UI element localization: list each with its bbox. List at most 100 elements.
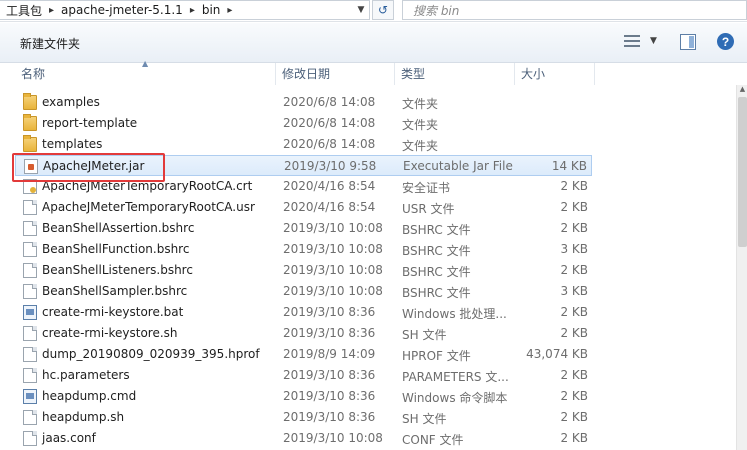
file-size: 2 KB [560,326,588,340]
file-type: USR 文件 [402,202,455,216]
refresh-icon: ↺ [377,3,389,17]
file-name: jaas.conf [42,431,96,445]
file-date: 2020/6/8 14:08 [283,116,376,130]
file-icon [23,347,37,362]
file-name: examples [42,95,100,109]
file-type: HPROF 文件 [402,349,471,363]
view-options-button[interactable]: ▼ [624,34,657,48]
file-size: 2 KB [560,305,588,319]
scroll-up-icon[interactable]: ▲ [737,85,747,96]
file-icon [23,221,37,236]
file-date: 2019/3/10 10:08 [283,431,383,445]
file-size: 2 KB [560,410,588,424]
chevron-down-icon: ▼ [650,36,657,46]
chevron-right-icon[interactable]: ▸ [190,5,195,16]
column-header-name[interactable]: 名称 [15,63,276,85]
crumb-toolkit[interactable]: 工具包 [6,2,42,19]
chevron-right-icon[interactable]: ▸ [227,5,232,16]
scroll-thumb[interactable] [738,97,747,247]
bat-icon [23,305,37,320]
file-row[interactable]: BeanShellFunction.bshrc 2019/3/10 10:08 BS… [15,239,592,260]
file-type: Executable Jar File [403,159,513,173]
file-date: 2019/3/10 10:08 [283,263,383,277]
file-row[interactable]: jaas.conf 2019/3/10 10:08 CONF 文件 2 KB [15,428,592,449]
file-name: create-rmi-keystore.bat [42,305,184,319]
address-bar: 工具包 ▸ apache-jmeter-5.1.1 ▸ bin ▸ ▼ ↺ 搜索… [0,0,747,22]
file-row[interactable]: create-rmi-keystore.sh 2019/3/10 8:36 SH 文… [15,323,592,344]
file-row[interactable]: examples 2020/6/8 14:08 文件夹 [15,92,592,113]
preview-pane-icon[interactable] [680,34,696,50]
file-date: 2019/3/10 8:36 [283,368,376,382]
file-icon [23,263,37,278]
file-type: 文件夹 [402,118,439,132]
file-row[interactable]: ApacheJMeter.jar 2019/3/10 9:58 Executable… [15,155,592,176]
file-size: 2 KB [560,431,588,445]
file-name: BeanShellSampler.bshrc [42,284,188,298]
toolbar: 新建文件夹 ▼ ? [0,23,747,63]
jar-icon [24,159,38,174]
file-type: BSHRC 文件 [402,286,471,300]
refresh-button[interactable]: ↺ [372,0,394,20]
file-type: Windows 命令脚本 [402,391,508,405]
column-header-size[interactable]: 大小 [515,63,595,85]
file-icon [23,326,37,341]
file-date: 2020/6/8 14:08 [283,95,376,109]
file-row[interactable]: heapdump.cmd 2019/3/10 8:36 Windows 命令脚本 2 … [15,386,592,407]
file-row[interactable]: ApacheJMeterTemporaryRootCA.usr 2020/4/16… [15,197,592,218]
column-headers: ▲ 名称 修改日期 类型 大小 [0,59,747,85]
file-name: heapdump.sh [42,410,125,424]
file-name: BeanShellAssertion.bshrc [42,221,195,235]
file-type: 文件夹 [402,139,439,153]
file-name: ApacheJMeterTemporaryRootCA.crt [42,179,253,193]
file-size: 2 KB [560,368,588,382]
chevron-down-icon[interactable]: ▼ [353,1,369,19]
file-type: SH 文件 [402,412,447,426]
file-icon [23,284,37,299]
file-type: CONF 文件 [402,433,464,447]
file-name: heapdump.cmd [42,389,137,403]
file-size: 3 KB [560,242,588,256]
file-row[interactable]: templates 2020/6/8 14:08 文件夹 [15,134,592,155]
file-row[interactable]: BeanShellAssertion.bshrc 2019/3/10 10:08 B… [15,218,592,239]
file-type: PARAMETERS 文... [402,370,509,384]
file-date: 2019/3/10 8:36 [283,389,376,403]
file-icon [23,368,37,383]
new-folder-button[interactable]: 新建文件夹 [20,35,80,52]
file-row[interactable]: report-template 2020/6/8 14:08 文件夹 [15,113,592,134]
help-icon[interactable]: ? [717,33,734,50]
file-size: 3 KB [560,284,588,298]
file-row[interactable]: hc.parameters 2019/3/10 8:36 PARAMETERS 文.… [15,365,592,386]
search-input[interactable]: 搜索 bin [402,0,747,20]
file-size: 2 KB [560,221,588,235]
file-size: 2 KB [560,179,588,193]
file-icon [23,431,37,446]
file-size: 43,074 KB [526,347,588,361]
file-type: 文件夹 [402,97,439,111]
file-type: SH 文件 [402,328,447,342]
file-name: BeanShellFunction.bshrc [42,242,190,256]
cert-icon [23,179,37,194]
vertical-scrollbar[interactable]: ▲ [736,85,747,450]
crumb-jmeter[interactable]: apache-jmeter-5.1.1 [61,3,183,17]
file-row[interactable]: ApacheJMeterTemporaryRootCA.crt 2020/4/16… [15,176,592,197]
column-header-date[interactable]: 修改日期 [276,63,395,85]
file-row[interactable]: create-rmi-keystore.bat 2019/3/10 8:36 Win… [15,302,592,323]
crumb-bin[interactable]: bin [202,3,221,17]
file-row[interactable]: heapdump.sh 2019/3/10 8:36 SH 文件 2 KB [15,407,592,428]
column-header-type[interactable]: 类型 [395,63,515,85]
file-size: 2 KB [560,389,588,403]
file-name: ApacheJMeterTemporaryRootCA.usr [42,200,255,214]
file-row[interactable]: dump_20190809_020939_395.hprof 2019/8/9 1… [15,344,592,365]
file-row[interactable]: BeanShellListeners.bshrc 2019/3/10 10:08 B… [15,260,592,281]
file-date: 2019/3/10 8:36 [283,305,376,319]
chevron-right-icon[interactable]: ▸ [49,5,54,16]
file-type: 安全证书 [402,181,451,195]
file-type: BSHRC 文件 [402,265,471,279]
file-date: 2019/3/10 8:36 [283,326,376,340]
address-box[interactable]: 工具包 ▸ apache-jmeter-5.1.1 ▸ bin ▸ ▼ [0,0,370,20]
folder-icon [23,93,37,110]
file-date: 2020/4/16 8:54 [283,179,376,193]
file-name: create-rmi-keystore.sh [42,326,178,340]
file-row[interactable]: BeanShellSampler.bshrc 2019/3/10 10:08 BSH… [15,281,592,302]
file-date: 2019/3/10 10:08 [283,242,383,256]
